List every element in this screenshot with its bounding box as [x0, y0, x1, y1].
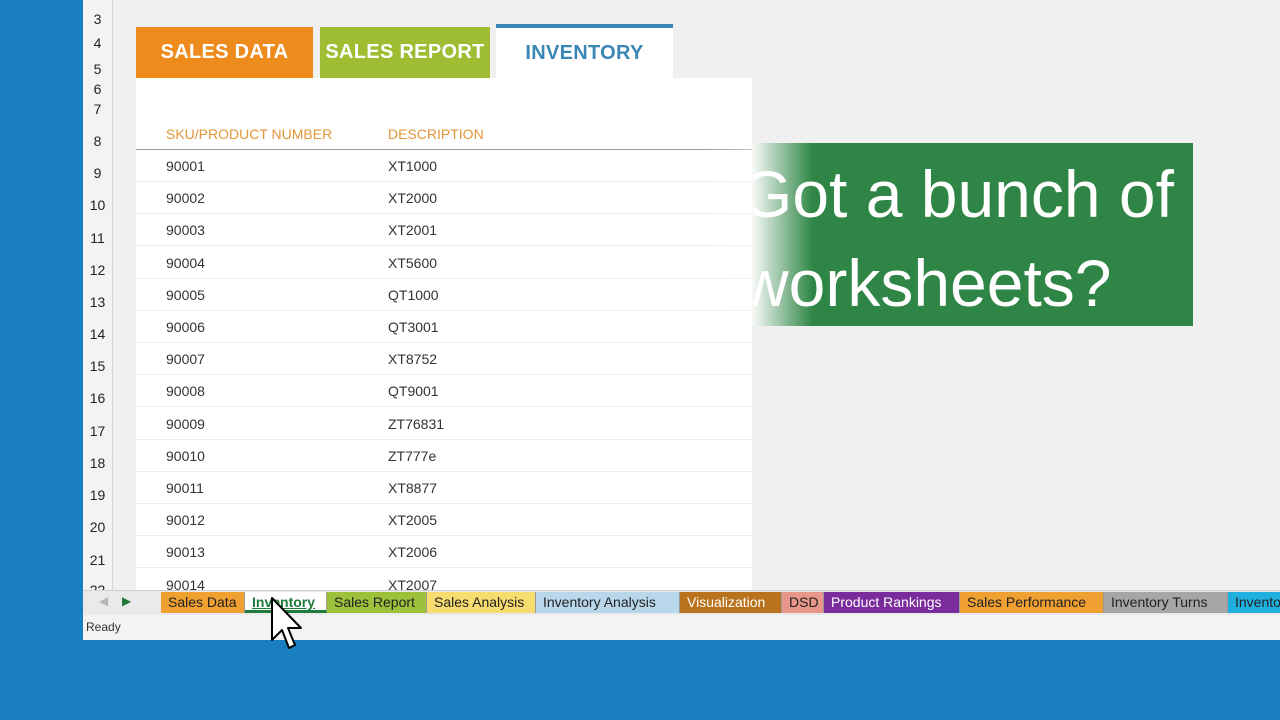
callout-fade-edge — [753, 143, 813, 326]
table-row[interactable]: 90005 QT1000 — [136, 279, 752, 311]
row-number[interactable]: 3 — [83, 11, 112, 27]
sheet-tab[interactable]: Sales Data — [161, 592, 245, 613]
inventory-table-card: SKU/PRODUCT NUMBER DESCRIPTION 90001 XT10… — [136, 78, 752, 590]
sheet-tab-bar: ◀ ▶ Sales Data Inventory Sales Report Sales… — [83, 590, 1280, 616]
table-row[interactable]: 90011 XT8877 — [136, 472, 752, 504]
caret-right-icon[interactable]: ▶ — [122, 594, 131, 608]
table-row[interactable]: 90010 ZT777e — [136, 440, 752, 472]
sku-cell[interactable]: 90003 — [166, 222, 205, 238]
table-row[interactable]: 90007 XT8752 — [136, 343, 752, 376]
row-number[interactable]: 11 — [83, 230, 112, 246]
description-cell[interactable]: XT8752 — [388, 351, 437, 367]
sku-cell[interactable]: 90009 — [166, 416, 205, 432]
sku-cell[interactable]: 90014 — [166, 577, 205, 590]
sheet-tab[interactable]: Sales Performance — [960, 592, 1104, 613]
sku-cell[interactable]: 90002 — [166, 190, 205, 206]
sku-cell[interactable]: 90004 — [166, 255, 205, 271]
callout-line-1: Got a bunch of — [753, 157, 1174, 231]
table-row[interactable]: 90009 ZT76831 — [136, 408, 752, 440]
description-cell[interactable]: XT2005 — [388, 512, 437, 528]
sku-cell[interactable]: 90013 — [166, 544, 205, 560]
sku-cell[interactable]: 90007 — [166, 351, 205, 367]
tab-sales-report[interactable]: SALES REPORT — [320, 27, 490, 78]
row-number[interactable]: 8 — [83, 133, 112, 149]
row-number[interactable]: 12 — [83, 262, 112, 278]
row-number[interactable]: 13 — [83, 294, 112, 310]
table-row[interactable]: 90001 XT1000 — [136, 150, 752, 182]
row-number[interactable]: 17 — [83, 423, 112, 439]
sheet-tab[interactable]: Inventory Analysis — [536, 592, 680, 613]
sheet-tab[interactable]: Sales Report — [327, 592, 427, 613]
table-row[interactable]: 90012 XT2005 — [136, 504, 752, 537]
sheet-tab[interactable]: Inventory Turns — [1104, 592, 1228, 613]
column-header-description: DESCRIPTION — [388, 126, 484, 142]
description-cell[interactable]: XT5600 — [388, 255, 437, 271]
description-cell[interactable]: QT1000 — [388, 287, 439, 303]
table-row[interactable]: 90004 XT5600 — [136, 247, 752, 279]
table-row[interactable]: 90002 XT2000 — [136, 182, 752, 215]
sku-cell[interactable]: 90011 — [166, 480, 204, 496]
table-row[interactable]: 90014 XT2007 — [136, 569, 752, 590]
sheet-tab[interactable]: Sales Analysis — [427, 592, 536, 613]
description-cell[interactable]: XT8877 — [388, 480, 437, 496]
sheet-tab[interactable]: DSD — [782, 592, 824, 613]
row-number[interactable]: 16 — [83, 390, 112, 406]
sheet-tab[interactable]: Inventory — [1228, 592, 1280, 613]
tab-inventory[interactable]: INVENTORY — [496, 24, 673, 78]
mouse-pointer-icon — [271, 597, 302, 649]
spreadsheet-window: 345678910111213141516171819202122 SALES … — [83, 0, 1280, 640]
description-cell[interactable]: QT9001 — [388, 383, 439, 399]
row-number[interactable]: 14 — [83, 326, 112, 342]
row-number[interactable]: 18 — [83, 455, 112, 471]
description-cell[interactable]: XT2007 — [388, 577, 437, 590]
description-cell[interactable]: XT2001 — [388, 222, 437, 238]
sku-cell[interactable]: 90006 — [166, 319, 205, 335]
description-cell[interactable]: XT2006 — [388, 544, 437, 560]
row-number[interactable]: 20 — [83, 519, 112, 535]
sku-cell[interactable]: 90012 — [166, 512, 205, 528]
table-row[interactable]: 90013 XT2006 — [136, 536, 752, 569]
row-number[interactable]: 6 — [83, 81, 112, 97]
row-header-column: 345678910111213141516171819202122 — [83, 0, 113, 598]
caret-left-icon[interactable]: ◀ — [99, 594, 108, 608]
row-number[interactable]: 10 — [83, 197, 112, 213]
row-number[interactable]: 15 — [83, 358, 112, 374]
sheet-tab[interactable]: Product Rankings — [824, 592, 960, 613]
row-number[interactable]: 9 — [83, 165, 112, 181]
description-cell[interactable]: XT1000 — [388, 158, 437, 174]
description-cell[interactable]: XT2000 — [388, 190, 437, 206]
table-row[interactable]: 90006 QT3001 — [136, 311, 752, 343]
description-cell[interactable]: ZT76831 — [388, 416, 444, 432]
row-number[interactable]: 5 — [83, 61, 112, 77]
sku-cell[interactable]: 90001 — [166, 158, 205, 174]
sku-cell[interactable]: 90008 — [166, 383, 205, 399]
status-text: Ready — [86, 620, 121, 634]
row-number[interactable]: 4 — [83, 35, 112, 51]
sku-cell[interactable]: 90010 — [166, 448, 205, 464]
table-row[interactable]: 90008 QT9001 — [136, 375, 752, 408]
table-row[interactable]: 90003 XT2001 — [136, 214, 752, 247]
row-number[interactable]: 21 — [83, 552, 112, 568]
sheet-tab[interactable]: Visualization — [680, 592, 782, 613]
sku-cell[interactable]: 90005 — [166, 287, 205, 303]
status-bar: Ready — [83, 615, 1280, 640]
tab-sales-data[interactable]: SALES DATA — [136, 27, 313, 78]
row-number[interactable]: 7 — [83, 101, 112, 117]
description-cell[interactable]: QT3001 — [388, 319, 439, 335]
row-number[interactable]: 19 — [83, 487, 112, 503]
description-cell[interactable]: ZT777e — [388, 448, 436, 464]
column-header-sku: SKU/PRODUCT NUMBER — [166, 126, 333, 142]
callout-banner: Got a bunch of worksheets? — [753, 143, 1193, 326]
